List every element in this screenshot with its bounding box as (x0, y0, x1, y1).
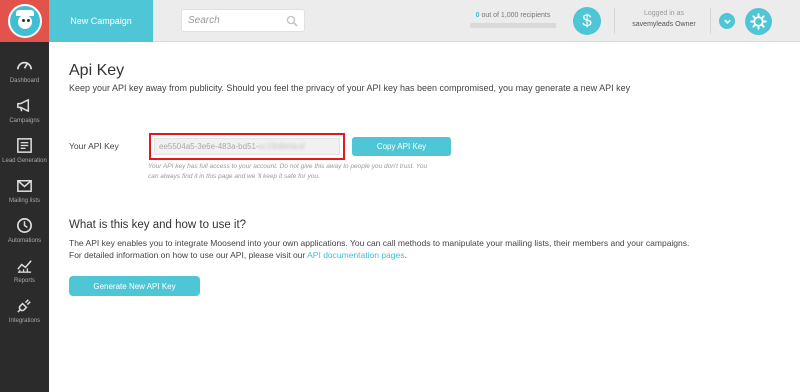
recipients-usage: 0 out of 1,000 recipients (470, 12, 556, 28)
api-key-visible-part: ee5504a5-3e6e-483a-bd51- (159, 142, 259, 151)
hint-line: Your API key has full access to your acc… (148, 163, 428, 170)
sidebar-item-label: Dashboard (9, 78, 40, 84)
api-key-hint: Your API key has full access to your acc… (148, 162, 468, 182)
api-key-label: Your API Key (69, 141, 119, 151)
dashboard-icon (16, 61, 33, 70)
sidebar-item-integrations[interactable]: Integrations (0, 296, 49, 334)
generate-api-key-button[interactable]: Generate New API Key (69, 276, 200, 296)
paragraph-text: For detailed information on how to use o… (69, 250, 308, 260)
search-box (181, 9, 305, 32)
sidebar-item-label: Reports (13, 278, 35, 284)
main-content: Api Key Keep your API key away from publ… (49, 42, 800, 392)
user-name: savemyleads Owner (632, 21, 696, 28)
logo[interactable] (0, 0, 49, 42)
api-key-highlight: ee5504a5-3e6e-483a-bd51- ec1fb8bfdeaf (149, 133, 345, 160)
divider (710, 8, 711, 34)
paragraph-text: . (404, 250, 407, 260)
dollar-icon: $ (582, 11, 592, 30)
megaphone-icon (17, 99, 30, 112)
search-icon[interactable] (286, 15, 298, 27)
sidebar-item-label: Lead Generation (2, 158, 47, 164)
sidebar-item-automations[interactable]: Automations (0, 216, 49, 254)
logged-in-label: Logged in as (643, 10, 685, 17)
envelope-icon (17, 179, 32, 192)
recipients-progress-bar (470, 23, 556, 28)
chart-icon (17, 260, 32, 273)
search-input[interactable] (182, 10, 282, 31)
top-bar: New Campaign 0 out of 1,000 recipients $… (0, 0, 800, 42)
new-campaign-button[interactable]: New Campaign (49, 0, 153, 42)
sidebar-item-reports[interactable]: Reports (0, 256, 49, 294)
gear-icon (750, 13, 767, 30)
page-title: Api Key (69, 62, 125, 79)
form-icon (17, 138, 32, 153)
clock-icon (16, 217, 33, 234)
login-info: Logged in as savemyleads Owner (624, 10, 704, 28)
sidebar-item-lead-generation[interactable]: Lead Generation (0, 136, 49, 174)
section-paragraph: The API key enables you to integrate Moo… (69, 238, 690, 248)
section-title: What is this key and how to use it? (69, 219, 247, 231)
billing-button[interactable]: $ (573, 7, 601, 35)
sidebar: Dashboard Campaigns Lead Generation Mail… (0, 42, 49, 392)
sidebar-item-label: Mailing lists (8, 198, 40, 204)
api-key-field[interactable]: ee5504a5-3e6e-483a-bd51- ec1fb8bfdeaf (154, 138, 340, 155)
copy-api-key-button[interactable]: Copy API Key (352, 137, 451, 156)
sidebar-item-label: Automations (7, 238, 42, 244)
sidebar-item-label: Integrations (8, 318, 41, 324)
plug-icon (17, 299, 31, 313)
sidebar-item-campaigns[interactable]: Campaigns (0, 96, 49, 134)
api-documentation-link[interactable]: API documentation pages (307, 250, 404, 260)
section-paragraph: For detailed information on how to use o… (69, 250, 407, 260)
account-menu-button[interactable] (719, 13, 735, 29)
settings-button[interactable] (745, 8, 772, 35)
divider (614, 8, 615, 34)
chevron-down-icon (723, 19, 731, 24)
mascot-icon (7, 4, 42, 38)
recipients-text: out of 1,000 recipients (479, 12, 551, 19)
hint-line: can always find it in this page and we '… (148, 173, 320, 180)
intro-text: Keep your API key away from publicity. S… (69, 83, 631, 93)
sidebar-item-label: Campaigns (9, 118, 40, 124)
sidebar-item-mailing-lists[interactable]: Mailing lists (0, 176, 49, 214)
sidebar-item-dashboard[interactable]: Dashboard (0, 56, 49, 94)
api-key-blurred-part: ec1fb8bfdeaf (258, 142, 305, 151)
